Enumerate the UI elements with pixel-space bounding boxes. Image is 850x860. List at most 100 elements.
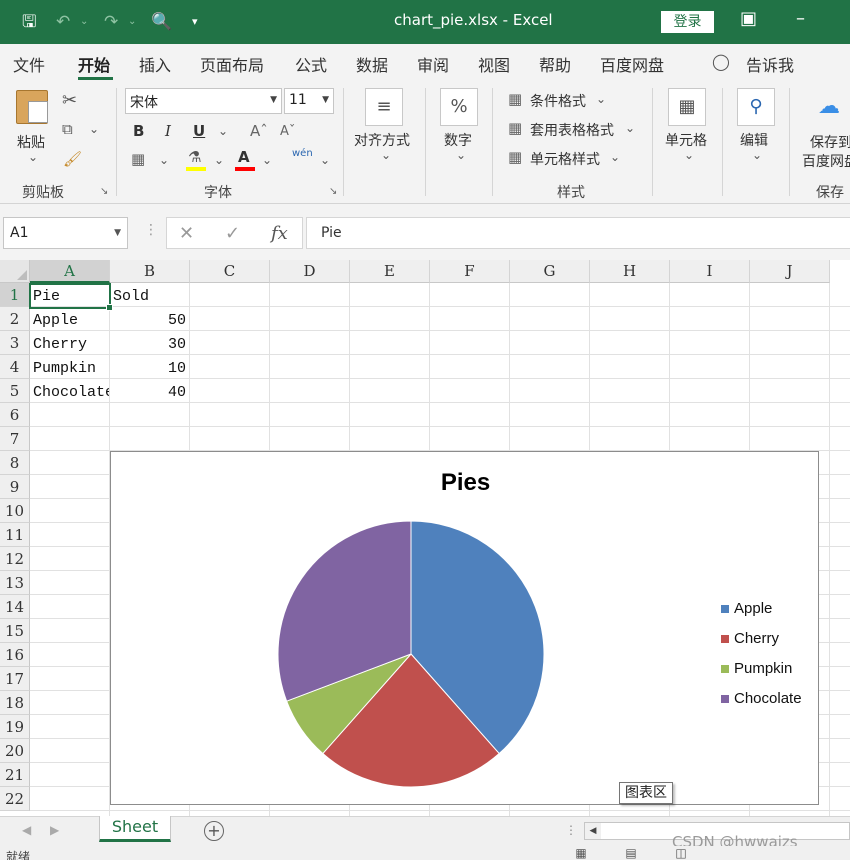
row-header[interactable]: 3 — [0, 331, 30, 355]
search-icon[interactable]: ⚲ — [737, 88, 775, 126]
cell-b2[interactable]: 50 — [110, 308, 189, 332]
cell-b3[interactable]: 30 — [110, 332, 189, 356]
tab-page-layout[interactable]: 页面布局 — [200, 52, 264, 76]
column-header-e[interactable]: E — [350, 260, 430, 283]
save-to-baidu-line2[interactable]: 百度网盘 — [802, 151, 850, 171]
cell-a4[interactable]: Pumpkin — [30, 356, 109, 380]
print-preview-icon[interactable]: 🔍 — [151, 10, 172, 34]
alignment-icon[interactable]: ≡ — [365, 88, 403, 126]
ribbon-display-icon[interactable]: ▣ — [740, 8, 757, 29]
phonetic-guide-button[interactable]: wén — [292, 148, 313, 159]
font-color-button[interactable]: A — [238, 148, 250, 166]
column-header-b[interactable]: B — [110, 260, 190, 283]
tab-file[interactable]: 文件 — [13, 52, 45, 76]
cell-b4[interactable]: 10 — [110, 356, 189, 380]
customize-qat-icon[interactable]: ▾ — [192, 10, 198, 34]
clipboard-launcher-icon[interactable]: ↘ — [100, 186, 108, 197]
underline-button[interactable]: U — [193, 122, 205, 140]
row-header[interactable]: 16 — [0, 643, 30, 667]
redo-icon[interactable]: ↷ — [104, 10, 118, 34]
fill-color-dropdown-icon[interactable]: ⌄ — [214, 153, 224, 167]
row-header[interactable]: 6 — [0, 403, 30, 427]
sheet-tab[interactable]: Sheet — [99, 816, 171, 842]
row-header[interactable]: 14 — [0, 595, 30, 619]
scroll-right-icon[interactable]: ▶ — [50, 823, 59, 837]
cell-styles-button[interactable]: 单元格样式 — [530, 149, 600, 169]
save-to-baidu-line1[interactable]: 保存到 — [810, 132, 850, 152]
font-name-select[interactable]: 宋体 ▼ — [125, 88, 282, 114]
borders-dropdown-icon[interactable]: ⌄ — [159, 153, 169, 167]
row-header[interactable]: 20 — [0, 739, 30, 763]
baidu-cloud-icon[interactable]: ☁ — [818, 94, 840, 119]
save-icon[interactable]: 🖫 — [22, 10, 36, 34]
copy-icon[interactable]: ⧉ — [62, 120, 73, 138]
editing-button[interactable]: 编辑 — [740, 130, 768, 150]
alignment-button[interactable]: 对齐方式 — [354, 130, 410, 150]
editing-dropdown-icon[interactable]: ⌄ — [752, 148, 762, 162]
cell-b5[interactable]: 40 — [110, 380, 189, 404]
split-handle-icon[interactable]: ⋮ — [565, 823, 577, 837]
column-header-d[interactable]: D — [270, 260, 350, 283]
cell-styles-dropdown-icon[interactable]: ⌄ — [610, 150, 620, 164]
row-header[interactable]: 9 — [0, 475, 30, 499]
column-header-h[interactable]: H — [590, 260, 670, 283]
cell-a2[interactable]: Apple — [30, 308, 109, 332]
row-header[interactable]: 10 — [0, 499, 30, 523]
row-header[interactable]: 4 — [0, 355, 30, 379]
bold-button[interactable]: B — [133, 122, 144, 140]
row-header[interactable]: 19 — [0, 715, 30, 739]
number-button[interactable]: 数字 — [444, 130, 472, 150]
borders-icon[interactable]: ▦ — [131, 150, 145, 168]
enter-icon[interactable]: ✓ — [225, 223, 240, 244]
tab-help[interactable]: 帮助 — [539, 52, 571, 76]
pie-chart[interactable]: Pies Apple Cherry Pumpkin Chocolate 图表区 — [110, 451, 819, 805]
tab-view[interactable]: 视图 — [478, 52, 510, 76]
format-as-table-button[interactable]: 套用表格格式 — [530, 120, 614, 140]
redo-dropdown-icon[interactable]: ⌄ — [128, 10, 136, 34]
cells-button[interactable]: 单元格 — [665, 130, 707, 150]
select-all-button[interactable] — [0, 260, 30, 283]
login-button[interactable]: 登录 — [661, 11, 714, 33]
undo-icon[interactable]: ↶ — [56, 10, 70, 34]
tab-formulas[interactable]: 公式 — [295, 52, 327, 76]
fill-color-icon[interactable]: ⚗ — [188, 148, 201, 166]
alignment-dropdown-icon[interactable]: ⌄ — [381, 148, 391, 162]
cells-dropdown-icon[interactable]: ⌄ — [684, 148, 694, 162]
cell-a5[interactable]: Chocolate — [30, 380, 109, 404]
row-header[interactable]: 21 — [0, 763, 30, 787]
tab-review[interactable]: 审阅 — [417, 52, 449, 76]
font-color-dropdown-icon[interactable]: ⌄ — [262, 153, 272, 167]
row-header[interactable]: 11 — [0, 523, 30, 547]
row-header[interactable]: 17 — [0, 667, 30, 691]
row-header[interactable]: 2 — [0, 307, 30, 331]
undo-dropdown-icon[interactable]: ⌄ — [80, 10, 88, 34]
cut-icon[interactable]: ✂ — [62, 90, 77, 111]
scroll-left-icon[interactable]: ◀ — [22, 823, 31, 837]
conditional-format-button[interactable]: 条件格式 — [530, 91, 586, 111]
cell-a3[interactable]: Cherry — [30, 332, 109, 356]
insert-function-icon[interactable]: fx — [271, 223, 288, 244]
font-size-select[interactable]: 11 ▼ — [284, 88, 334, 114]
cancel-icon[interactable]: ✕ — [179, 223, 194, 244]
font-launcher-icon[interactable]: ↘ — [329, 186, 337, 197]
row-header[interactable]: 18 — [0, 691, 30, 715]
resize-handle-icon[interactable]: ⋮ — [144, 222, 158, 238]
paste-icon[interactable] — [16, 90, 48, 124]
paste-dropdown-icon[interactable]: ⌄ — [28, 150, 38, 164]
row-header[interactable]: 13 — [0, 571, 30, 595]
row-header[interactable]: 7 — [0, 427, 30, 451]
conditional-format-dropdown-icon[interactable]: ⌄ — [596, 92, 606, 106]
tab-data[interactable]: 数据 — [356, 52, 388, 76]
scroll-left-button-icon[interactable]: ◀ — [585, 823, 601, 839]
normal-view-icon[interactable]: ▦ — [570, 846, 592, 860]
row-header[interactable]: 1 — [0, 283, 30, 307]
copy-dropdown-icon[interactable]: ⌄ — [89, 122, 99, 136]
row-header[interactable]: 22 — [0, 787, 30, 811]
name-box[interactable]: A1 ▼ — [3, 217, 128, 249]
italic-button[interactable]: I — [165, 122, 171, 140]
cells-icon[interactable]: ▦ — [668, 88, 706, 126]
cell-b1[interactable]: Sold — [110, 284, 189, 308]
minimize-icon[interactable]: – — [796, 8, 805, 29]
column-header-g[interactable]: G — [510, 260, 590, 283]
row-header[interactable]: 5 — [0, 379, 30, 403]
